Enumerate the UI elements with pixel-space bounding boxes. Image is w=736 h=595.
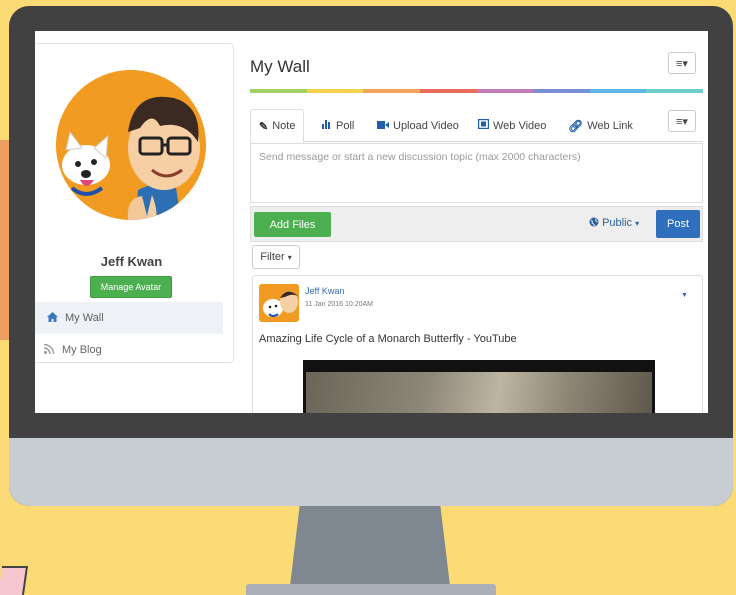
visibility-label: Public: [602, 217, 633, 229]
tab-label: Poll: [336, 119, 355, 132]
video-embed[interactable]: [303, 360, 655, 413]
monitor-stand-base: [246, 584, 496, 595]
screen: Jeff Kwan Manage Avatar My Wall My Blog …: [35, 31, 708, 413]
wall-menu-button[interactable]: ≡▾: [668, 52, 696, 74]
filter-label: Filter: [260, 251, 285, 263]
bar-chart-icon: [322, 119, 332, 132]
post-author-name[interactable]: Jeff Kwan: [305, 286, 344, 296]
add-files-button[interactable]: Add Files: [254, 212, 331, 237]
tab-note[interactable]: ✎ Note: [250, 109, 305, 143]
composer-menu-button[interactable]: ≡▾: [668, 110, 696, 132]
tab-label: Upload Video: [393, 119, 459, 132]
tab-poll[interactable]: Poll: [322, 109, 354, 142]
link-icon: 🔗︎: [568, 118, 584, 133]
video-thumbnail: [306, 372, 652, 413]
caret-down-icon: ▾: [635, 219, 640, 228]
post-timestamp: 11 Jan 2016 10:20AM: [305, 301, 373, 308]
monitor-chin: [9, 438, 733, 506]
main-content: My Wall ≡▾ ✎ Note Poll Upload Video Web …: [250, 31, 708, 413]
tab-label: Web Link: [587, 119, 633, 132]
visibility-dropdown[interactable]: Public ▾: [589, 217, 639, 229]
post-card: Jeff Kwan 11 Jan 2016 10:20AM ▼ Amazing …: [252, 275, 703, 413]
tab-upload-video[interactable]: Upload Video: [377, 109, 459, 142]
sidebar-item-my-blog[interactable]: My Blog: [35, 334, 223, 366]
video-camera-icon: [377, 120, 389, 132]
home-icon: [39, 311, 65, 325]
composer-action-bar: Add Files Public ▾ Post: [250, 206, 703, 242]
film-icon: [477, 118, 490, 132]
manage-avatar-button[interactable]: Manage Avatar: [90, 276, 172, 298]
profile-sidebar: Jeff Kwan Manage Avatar My Wall My Blog: [35, 43, 234, 363]
globe-icon: [589, 217, 602, 229]
avatar-illustration: [56, 70, 206, 220]
tab-web-video[interactable]: Web Video: [477, 109, 547, 142]
decorative-paper: [0, 566, 29, 595]
avatar: [56, 70, 206, 220]
tab-label: Note: [272, 120, 296, 132]
tab-web-link[interactable]: 🔗︎ Web Link: [568, 109, 633, 142]
sidebar-item-label: My Wall: [65, 312, 104, 324]
page-title: My Wall: [250, 57, 310, 76]
rainbow-divider: [250, 89, 703, 93]
rss-icon: [36, 343, 62, 357]
edit-icon: ✎: [259, 120, 269, 133]
profile-name: Jeff Kwan: [100, 254, 163, 269]
post-options-caret-icon[interactable]: ▼: [681, 292, 688, 299]
message-input[interactable]: Send message or start a new discussion t…: [250, 143, 703, 203]
sidebar-item-label: My Blog: [62, 344, 102, 356]
post-button[interactable]: Post: [656, 210, 700, 238]
sidebar-item-my-wall[interactable]: My Wall: [35, 302, 223, 334]
monitor-stand: [290, 506, 450, 586]
post-author-avatar[interactable]: [259, 284, 299, 322]
post-title[interactable]: Amazing Life Cycle of a Monarch Butterfl…: [259, 333, 517, 345]
filter-dropdown[interactable]: Filter ▾: [252, 245, 300, 269]
tab-label: Web Video: [493, 119, 547, 132]
composer-tabs: ✎ Note Poll Upload Video Web Video 🔗︎ We…: [250, 109, 703, 143]
caret-down-icon: ▾: [287, 252, 292, 262]
